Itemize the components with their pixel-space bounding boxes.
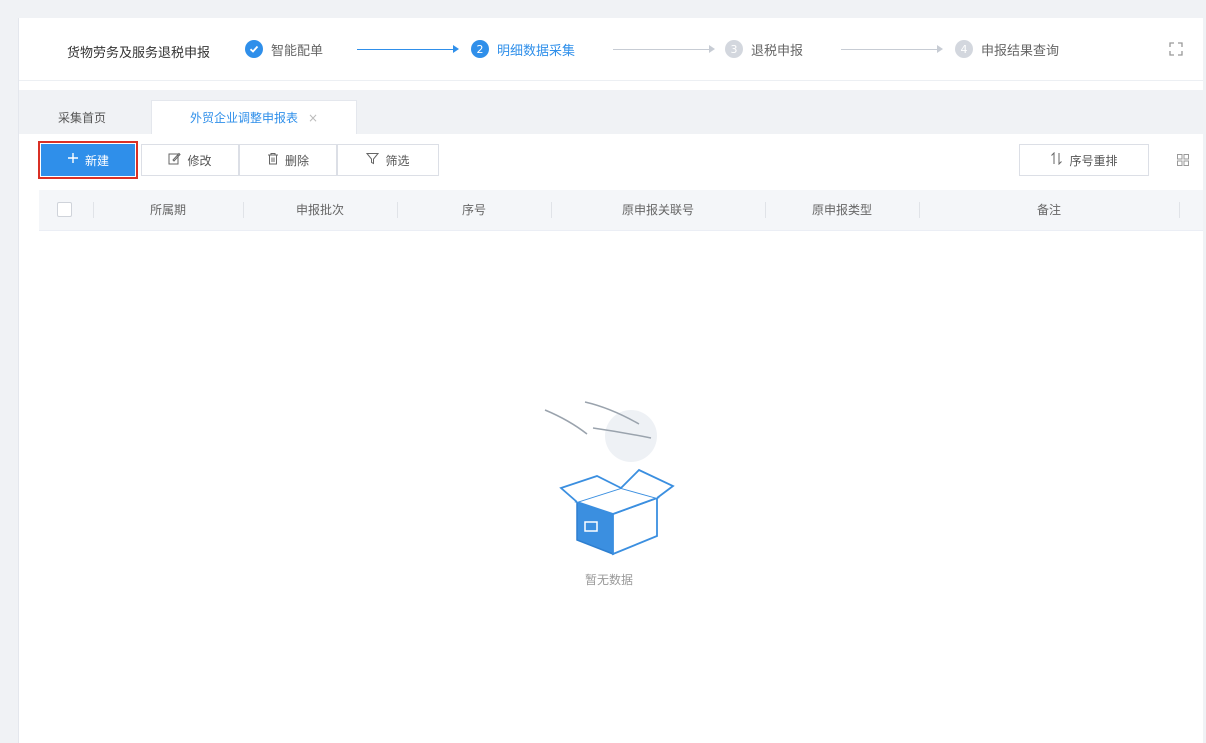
plus-icon (67, 152, 79, 168)
close-icon[interactable]: × (308, 111, 318, 125)
filter-icon (366, 152, 380, 169)
arrow-icon (453, 45, 459, 53)
edit-icon (168, 152, 182, 169)
app-title: 货物劳务及服务退税申报 (67, 46, 211, 61)
tab-collection-home[interactable]: 采集首页 (33, 100, 131, 134)
step-label: 退税申报 (751, 43, 804, 59)
filter-button-label: 筛选 (385, 153, 410, 168)
empty-state-text: 暂无数据 (584, 573, 633, 587)
tab-adjustment-report[interactable]: 外贸企业调整申报表 × (151, 100, 357, 134)
reorder-button[interactable]: 序号重排 (1019, 144, 1149, 176)
step-result-query[interactable]: 4 申报结果查询 (955, 38, 1059, 60)
sort-icon (1050, 151, 1063, 169)
step-number: 4 (955, 40, 973, 58)
select-all-checkbox[interactable] (57, 202, 72, 217)
tab-label: 外贸企业调整申报表 (189, 111, 298, 125)
column-header-original-ref[interactable]: 原申报关联号 (551, 190, 765, 230)
step-connector (357, 49, 453, 50)
step-tax-refund[interactable]: 3 退税申报 (725, 38, 803, 60)
column-divider (1179, 202, 1180, 218)
column-header-original-type[interactable]: 原申报类型 (765, 190, 919, 230)
delete-button-label: 删除 (284, 153, 309, 168)
delete-button[interactable]: 删除 (239, 144, 337, 176)
step-number: 2 (471, 40, 489, 58)
reorder-button-label: 序号重排 (1069, 153, 1118, 168)
fullscreen-icon[interactable] (1169, 42, 1183, 56)
trash-icon (267, 152, 279, 169)
table-header: 所属期 申报批次 序号 原申报关联号 原申报类型 备注 (39, 190, 1203, 231)
step-connector (613, 49, 709, 50)
step-label: 申报结果查询 (981, 43, 1060, 59)
edit-button-label: 修改 (187, 153, 212, 168)
edit-button[interactable]: 修改 (141, 144, 239, 176)
toolbar: 新建 修改 删除 筛选 序号重排 (19, 134, 1203, 184)
step-label: 明细数据采集 (497, 43, 576, 59)
step-number: 3 (725, 40, 743, 58)
new-button[interactable]: 新建 (38, 141, 138, 179)
column-header-batch[interactable]: 申报批次 (243, 190, 397, 230)
filter-button[interactable]: 筛选 (337, 144, 439, 176)
step-smart-match[interactable]: 智能配单 (245, 38, 323, 60)
column-header-sequence[interactable]: 序号 (397, 190, 551, 230)
new-button-label: 新建 (84, 153, 109, 168)
tab-bar: 采集首页 外贸企业调整申报表 × (19, 90, 1203, 134)
step-connector (841, 49, 937, 50)
step-label: 智能配单 (271, 43, 324, 59)
arrow-icon (709, 45, 715, 53)
main-panel: 货物劳务及服务退税申报 智能配单 2 明细数据采集 3 退税申报 4 申报结果查… (18, 18, 1203, 743)
tab-label: 采集首页 (57, 110, 106, 125)
column-header-period[interactable]: 所属期 (93, 190, 243, 230)
empty-box-icon (544, 401, 675, 556)
column-settings-icon[interactable] (1177, 154, 1189, 166)
header: 货物劳务及服务退税申报 智能配单 2 明细数据采集 3 退税申报 4 申报结果查… (19, 18, 1203, 81)
column-header-remark[interactable]: 备注 (919, 190, 1179, 230)
step-detail-collection[interactable]: 2 明细数据采集 (471, 38, 575, 60)
arrow-icon (937, 45, 943, 53)
check-icon (245, 40, 263, 58)
